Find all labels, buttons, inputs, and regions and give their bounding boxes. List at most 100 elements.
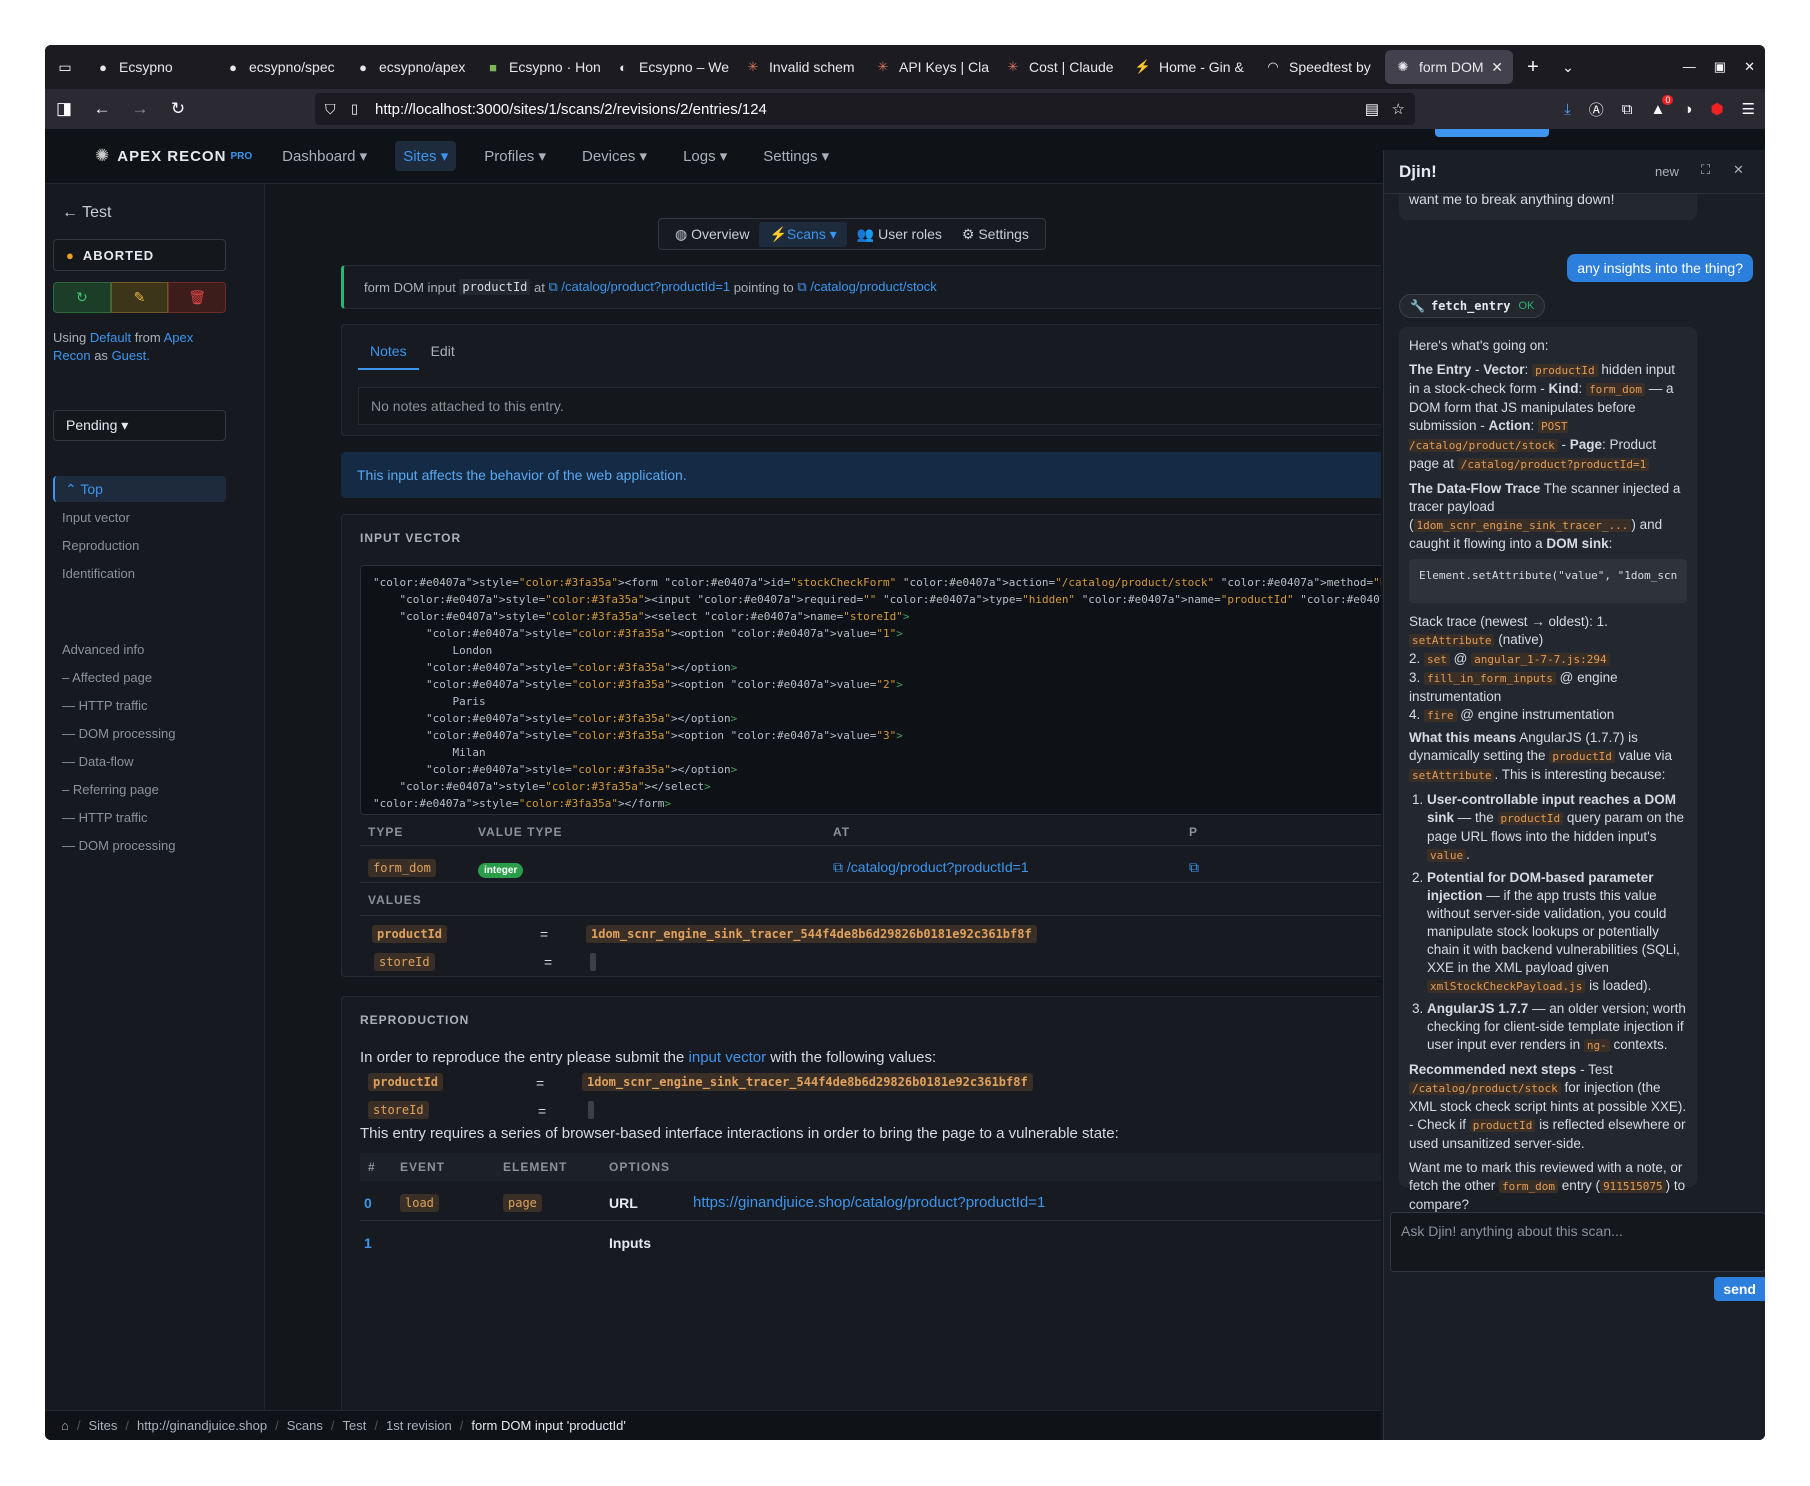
back-icon[interactable]: ← <box>83 99 121 119</box>
guest-link[interactable]: Guest. <box>112 348 150 363</box>
browser-tab[interactable]: ● ecsypno/apex <box>345 50 475 84</box>
tab-edit[interactable]: Edit <box>419 339 467 370</box>
sidebar-toggle-icon[interactable]: ◨ <box>45 99 83 119</box>
expand-icon[interactable]: ⛶ <box>1701 162 1710 178</box>
hidden-action-button[interactable] <box>1435 129 1549 137</box>
tool-call-chip[interactable]: 🔧 fetch_entry OK <box>1399 294 1546 318</box>
reload-icon[interactable]: ↻ <box>159 99 197 119</box>
notification-icon[interactable]: ▲ 0 <box>1651 94 1674 118</box>
apex-icon: ✺ <box>1397 59 1409 74</box>
input-vector-link[interactable]: input vector <box>689 1049 767 1066</box>
crumb-scans[interactable]: Scans <box>287 1418 323 1433</box>
menu-logs[interactable]: Logs ▾ <box>675 141 735 171</box>
toc-input-vector[interactable]: Input vector <box>53 504 226 532</box>
value-row-store: storeId = <box>374 953 596 971</box>
home-icon[interactable]: ⌂ <box>61 1418 69 1433</box>
close-window-icon[interactable]: ✕ <box>1744 59 1755 75</box>
tab-settings[interactable]: ⚙ Settings <box>952 222 1039 247</box>
brand-tier: PRO <box>230 150 253 162</box>
pointing-link[interactable]: ⧉ /catalog/product/stock <box>797 279 936 295</box>
toc-reproduction[interactable]: Reproduction <box>53 532 226 560</box>
toc-referring-page[interactable]: – Referring page <box>53 776 226 804</box>
vpn-icon[interactable]: ◑ <box>1683 101 1692 118</box>
send-button[interactable]: send <box>1714 1277 1765 1301</box>
close-icon[interactable]: ✕ <box>1733 162 1744 178</box>
col-type: TYPE <box>368 825 404 839</box>
ublock-icon[interactable]: ⬢ <box>1710 100 1723 118</box>
crumb-test[interactable]: Test <box>343 1418 367 1433</box>
edit-button[interactable]: ✎ <box>110 282 169 313</box>
toc-referring-http-traffic[interactable]: — HTTP traffic <box>53 804 226 832</box>
toc-http-traffic[interactable]: — HTTP traffic <box>53 692 226 720</box>
forward-icon[interactable]: → <box>121 99 159 119</box>
rescan-button[interactable]: ↻ <box>53 282 111 313</box>
value-row-product: productId = 1dom_scnr_engine_sink_tracer… <box>372 925 1037 943</box>
crumb-current: form DOM input 'productId' <box>471 1418 626 1433</box>
maximize-icon[interactable]: ▣ <box>1714 59 1726 75</box>
menu-devices[interactable]: Devices ▾ <box>574 141 655 171</box>
external-link-icon[interactable]: ⧉ <box>1189 859 1199 876</box>
extensions-icon[interactable]: ⧉ <box>1622 101 1633 118</box>
state-dropdown[interactable]: Pending ▾ <box>53 410 226 441</box>
close-tab-icon[interactable]: ✕ <box>1491 59 1503 76</box>
toc-top[interactable]: ⌃ Top <box>53 476 226 502</box>
download-icon[interactable]: ⤓ <box>1564 101 1571 118</box>
toc-affected-page[interactable]: – Affected page <box>53 664 226 692</box>
browser-tab[interactable]: ● Ecsypno <box>85 50 215 84</box>
github-icon: ● <box>359 59 367 75</box>
menu-settings[interactable]: Settings ▾ <box>755 141 837 171</box>
edit-icon: ✎ <box>133 289 146 305</box>
toc-referring-dom-processing[interactable]: — DOM processing <box>53 832 226 860</box>
input-vector-card: INPUT VECTOR "color:#e0407a">style="colo… <box>341 514 1381 977</box>
crumb-site[interactable]: http://ginandjuice.shop <box>137 1418 267 1433</box>
at-link[interactable]: ⧉ /catalog/product?productId=1 <box>549 279 731 295</box>
menu-sites[interactable]: Sites ▾ <box>395 141 457 171</box>
tab-overview[interactable]: ◍ Overview <box>665 222 759 247</box>
default-profile-link[interactable]: Default <box>90 330 131 345</box>
menu-dashboard[interactable]: Dashboard ▾ <box>274 141 375 171</box>
shield-icon: ⛉ <box>325 100 336 117</box>
toc-dom-processing[interactable]: — DOM processing <box>53 720 226 748</box>
tab-notes[interactable]: Notes <box>358 339 419 370</box>
hamburger-menu-icon[interactable]: ☰ <box>1742 100 1755 118</box>
browser-tab[interactable]: ■ Ecsypno · Hon <box>475 50 605 84</box>
delete-button[interactable]: 🗑 <box>168 282 227 313</box>
reader-icon[interactable]: ▤ <box>1365 100 1379 118</box>
browser-tab[interactable]: ◐ Ecsypno – We <box>605 50 735 84</box>
refresh-icon: ↻ <box>75 289 88 305</box>
browser-tab[interactable]: ✳ Invalid schem <box>735 50 865 84</box>
browser-tab[interactable]: ⚡ Home - Gin & <box>1125 50 1255 84</box>
back-link[interactable]: ← Test <box>62 204 112 222</box>
tab-scans[interactable]: ⚡Scans ▾ <box>759 221 847 247</box>
repro-url-link[interactable]: https://ginandjuice.shop/catalog/product… <box>693 1194 1045 1211</box>
brand-name[interactable]: APEX RECON <box>117 148 226 165</box>
tab-user-roles[interactable]: 👥 User roles <box>847 222 952 247</box>
crumb-revision[interactable]: 1st revision <box>386 1418 452 1433</box>
store-value[interactable] <box>590 953 596 971</box>
tab-list-icon[interactable]: ▭ <box>45 59 85 76</box>
browser-tab-active[interactable]: ✺ form DOM ✕ <box>1385 50 1513 84</box>
reproduction-card: REPRODUCTION In order to reproduce the e… <box>341 996 1381 1440</box>
browser-tab[interactable]: ● ecsypno/spec <box>215 50 345 84</box>
url-bar[interactable]: ⛉ ▯ http://localhost:3000/sites/1/scans/… <box>315 93 1415 125</box>
crumb-sites[interactable]: Sites <box>88 1418 117 1433</box>
breadcrumb: ⌂ / Sites / http://ginandjuice.shop / Scans… <box>45 1410 1381 1440</box>
new-chat-button[interactable]: new <box>1655 164 1679 179</box>
toc-data-flow[interactable]: — Data-flow <box>53 748 226 776</box>
browser-tab[interactable]: ✳ Cost | Claude <box>995 50 1125 84</box>
chat-input[interactable]: Ask Djin! anything about this scan... <box>1390 1212 1765 1272</box>
new-tab-icon[interactable]: + <box>1513 56 1553 79</box>
chevron-down-icon[interactable]: ⌄ <box>1553 59 1583 76</box>
at-url-link[interactable]: ⧉ /catalog/product?productId=1 <box>833 859 1189 876</box>
account-icon[interactable]: Ⓐ <box>1589 99 1604 120</box>
menu-profiles[interactable]: Profiles ▾ <box>476 141 554 171</box>
sidebar: ← Test ● ABORTED ↻ ✎ 🗑 Using Default from… <box>45 184 265 1440</box>
browser-tab[interactable]: ✳ API Keys | Cla <box>865 50 995 84</box>
browser-tab[interactable]: ◠ Speedtest by <box>1255 50 1385 84</box>
bookmark-star-icon[interactable]: ☆ <box>1392 100 1405 118</box>
toc-advanced-info[interactable]: Advanced info <box>53 636 226 664</box>
toc-identification[interactable]: Identification <box>53 560 226 588</box>
minimize-icon[interactable]: — <box>1683 59 1696 75</box>
type-chip: form_dom <box>368 858 436 877</box>
product-value[interactable]: 1dom_scnr_engine_sink_tracer_544f4de8b6d… <box>586 925 1037 943</box>
